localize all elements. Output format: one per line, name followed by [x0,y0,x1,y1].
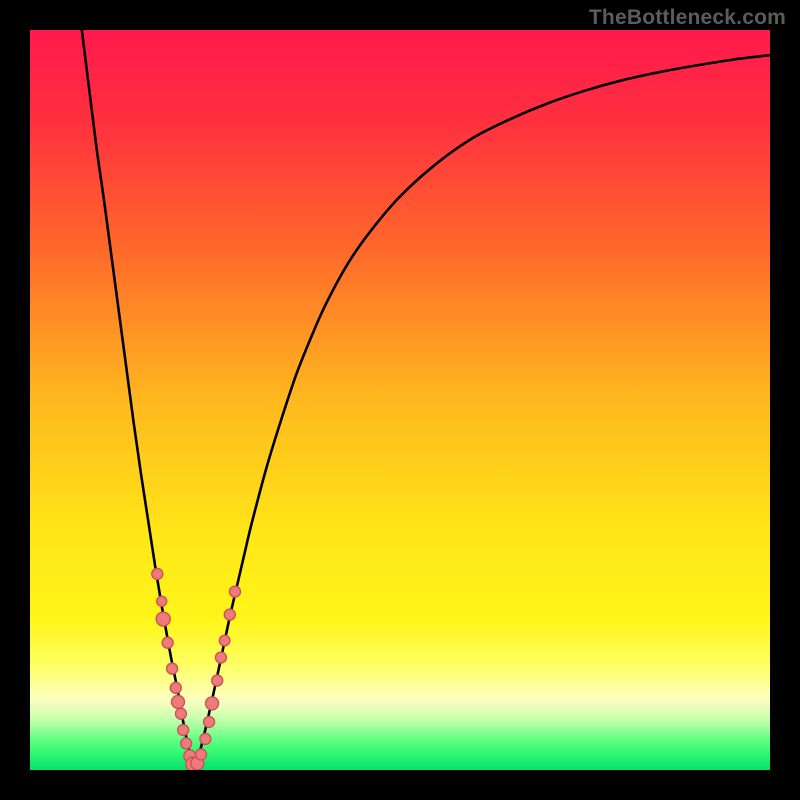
chart-frame: TheBottleneck.com [0,0,800,800]
watermark-text: TheBottleneck.com [589,6,786,30]
curve-layer [30,30,770,770]
highlight-dot [212,675,223,686]
highlight-dot [170,682,181,693]
highlight-dots [152,568,241,770]
highlight-dot [200,733,211,744]
highlight-dot [157,596,167,606]
highlight-dot [152,568,163,579]
highlight-dot [219,635,230,646]
highlight-dot [175,708,186,719]
plot-area [30,30,770,770]
bottleneck-curve [82,30,770,766]
highlight-dot [215,652,226,663]
highlight-dot [229,586,240,597]
highlight-dot [195,749,206,760]
highlight-dot [206,697,219,710]
highlight-dot [167,663,178,674]
highlight-dot [224,609,235,620]
highlight-dot [178,725,189,736]
highlight-dot [162,637,173,648]
highlight-dot [156,612,170,626]
highlight-dot [172,695,185,708]
highlight-dot [204,716,215,727]
highlight-dot [181,738,192,749]
